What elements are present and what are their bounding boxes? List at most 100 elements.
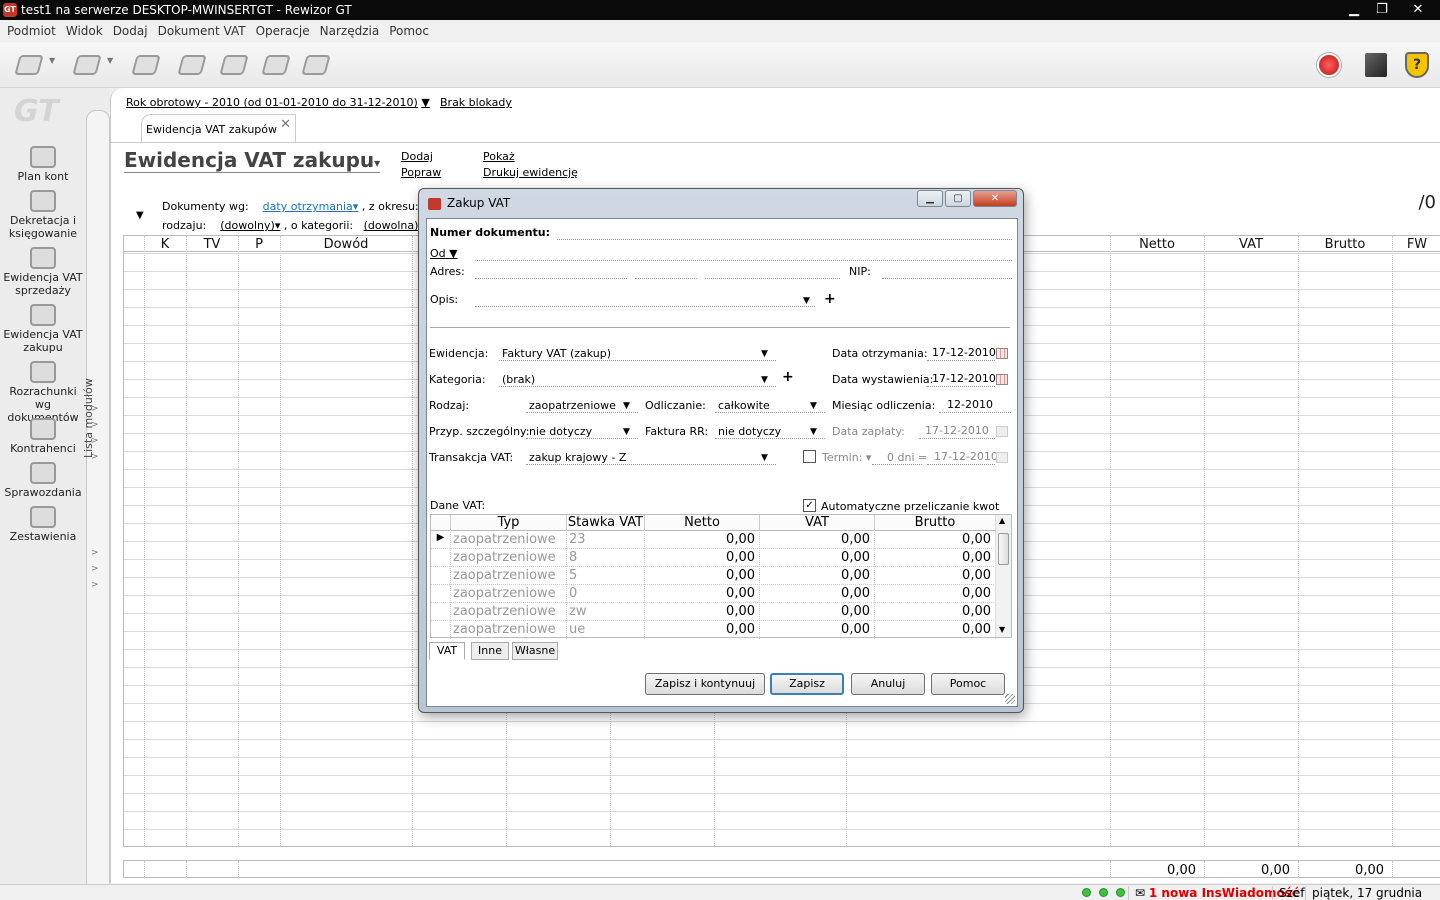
fiscal-year-selector[interactable]: Rok obrotowy - 2010 (od 01-01-2010 do 31… <box>126 96 430 109</box>
city-input[interactable] <box>705 278 840 279</box>
menu-widok[interactable]: Widok <box>61 24 108 38</box>
tab-inne[interactable]: Inne <box>471 642 509 660</box>
help-shield-icon[interactable]: ? <box>1400 48 1434 82</box>
deduct-month-input[interactable]: 12-2010 <box>947 398 993 411</box>
chevron-down-icon[interactable]: ▼ <box>623 401 630 411</box>
close-icon[interactable]: ✕ <box>280 117 291 132</box>
close-button[interactable]: ✕ <box>1396 0 1440 20</box>
col-tv[interactable]: TV <box>186 237 238 252</box>
vat-row[interactable]: zaopatrzeniowe 0 0,00 0,00 0,00 <box>431 585 996 603</box>
tab-vat[interactable]: VAT <box>429 642 465 660</box>
vat-transaction-dropdown[interactable]: zakup krajowy - Z <box>529 451 626 464</box>
term-dropdown[interactable]: Termin: ▾ <box>822 451 871 464</box>
module-sprawozdania[interactable]: Sprawozdania <box>0 462 86 499</box>
vat-table-scrollbar[interactable]: ▲ ▼ <box>995 515 1011 637</box>
auto-recalc-checkbox[interactable]: ✓ <box>803 499 816 512</box>
col-k[interactable]: K <box>144 237 186 252</box>
resize-grip[interactable] <box>1005 694 1015 704</box>
chevron-right-icon[interactable]: > <box>91 580 99 590</box>
rr-invoice-dropdown[interactable]: nie dotyczy <box>718 425 781 438</box>
document-icon[interactable] <box>12 48 46 82</box>
chevron-down-icon[interactable]: ▼ <box>761 349 768 359</box>
chevron-down-icon[interactable]: ▼ <box>49 56 55 65</box>
docs-by-dropdown[interactable]: daty otrzymania▾ <box>263 200 359 213</box>
save-and-continue-button[interactable]: Zapisz i kontynuuj <box>645 673 765 695</box>
menu-dodaj[interactable]: Dodaj <box>108 24 153 38</box>
nip-input[interactable] <box>882 278 1012 279</box>
col-vat[interactable]: VAT <box>1204 237 1298 252</box>
chevron-right-icon[interactable]: > <box>91 436 99 446</box>
help-button[interactable]: Pomoc <box>931 673 1005 695</box>
col-fw[interactable]: FW <box>1392 237 1440 252</box>
menu-operacje[interactable]: Operacje <box>251 24 315 38</box>
show-link[interactable]: Pokaż <box>483 150 515 163</box>
add-icon[interactable]: + <box>824 291 836 307</box>
module-dekretacja[interactable]: Dekretacja i księgowanie <box>0 190 86 240</box>
add-icon[interactable]: + <box>782 369 794 385</box>
menu-pomoc[interactable]: Pomoc <box>384 24 434 38</box>
chevron-down-icon[interactable]: ▼ <box>761 375 768 385</box>
dialog-maximize-button[interactable]: ▢ <box>945 190 971 207</box>
vat-row[interactable]: zaopatrzeniowe zw 0,00 0,00 0,00 <box>431 603 996 621</box>
vat-table[interactable]: Typ Stawka VAT Netto VAT Brutto ▶ zaopat… <box>430 514 1012 639</box>
vat-col-rate[interactable]: Stawka VAT <box>567 515 645 531</box>
scrollbar-thumb[interactable] <box>998 533 1009 565</box>
chevron-down-icon[interactable]: ▼ <box>623 427 630 437</box>
collapse-filters-icon[interactable]: ▼ <box>136 210 144 221</box>
menu-dokument-vat[interactable]: Dokument VAT <box>153 24 251 38</box>
lock-status-link[interactable]: Brak blokady <box>440 96 512 109</box>
vat-row[interactable]: zaopatrzeniowe ue 0,00 0,00 0,00 <box>431 621 996 639</box>
chevron-right-icon[interactable]: > <box>91 420 99 430</box>
module-rozrachunki[interactable]: Rozrachunki wg dokumentów <box>0 361 86 424</box>
module-zestawienia[interactable]: Zestawienia <box>0 506 86 543</box>
received-date-input[interactable]: 17-12-2010 <box>932 346 996 359</box>
kind-dropdown[interactable]: zaopatrzeniowe <box>529 399 616 412</box>
stamp-icon[interactable] <box>129 48 163 82</box>
tab-wlasne[interactable]: Własne <box>512 642 558 660</box>
maximize-button[interactable]: ❐ <box>1368 0 1396 20</box>
menu-podmiot[interactable]: Podmiot <box>2 24 61 38</box>
chevron-right-icon[interactable]: > <box>91 548 99 558</box>
scroll-down-icon[interactable]: ▼ <box>999 625 1005 634</box>
vat-row[interactable]: ▶ zaopatrzeniowe 23 0,00 0,00 0,00 <box>431 531 996 549</box>
from-dropdown[interactable]: Od ▼ <box>430 247 458 260</box>
module-vat-sprzedazy[interactable]: Ewidencja VAT sprzedaży <box>0 247 86 297</box>
eraser-icon[interactable] <box>175 48 209 82</box>
issued-date-input[interactable]: 17-12-2010 <box>932 372 996 385</box>
calc-icon[interactable] <box>299 48 333 82</box>
calendar-icon[interactable] <box>996 374 1008 385</box>
vat-col-gross[interactable]: Brutto <box>875 515 996 531</box>
contractor-input[interactable] <box>475 260 1012 261</box>
col-dowod[interactable]: Dowód <box>280 237 412 252</box>
scroll-up-icon[interactable]: ▲ <box>999 516 1005 525</box>
doc-number-input[interactable] <box>557 239 1012 240</box>
print-icon[interactable] <box>217 48 251 82</box>
col-netto[interactable]: Netto <box>1110 237 1204 252</box>
folder-icon[interactable] <box>70 48 104 82</box>
copy-icon[interactable] <box>259 48 293 82</box>
module-list-strip[interactable] <box>86 110 110 900</box>
edit-link[interactable]: Popraw <box>401 166 441 179</box>
special-case-dropdown[interactable]: nie dotyczy <box>529 425 592 438</box>
cube-icon[interactable] <box>1359 48 1393 82</box>
add-link[interactable]: Dodaj <box>401 150 433 163</box>
chevron-right-icon[interactable]: > <box>91 452 99 462</box>
address-input[interactable] <box>475 278 627 279</box>
vat-col-net[interactable]: Netto <box>645 515 760 531</box>
term-checkbox[interactable] <box>803 450 816 463</box>
minimize-button[interactable]: ▁ <box>1340 0 1368 20</box>
cancel-button[interactable]: Anuluj <box>851 673 925 695</box>
chevron-down-icon[interactable]: ▼ <box>761 453 768 463</box>
col-brutto[interactable]: Brutto <box>1298 237 1392 252</box>
category-dropdown[interactable]: (brak) <box>502 373 535 386</box>
module-vat-zakupu[interactable]: Ewidencja VAT zakupu <box>0 304 86 354</box>
module-plan-kont[interactable]: Plan kont <box>0 146 86 183</box>
dialog-minimize-button[interactable]: ▁ <box>917 190 943 207</box>
dialog-close-button[interactable]: ✕ <box>973 190 1017 207</box>
chevron-down-icon[interactable]: ▼ <box>107 56 113 65</box>
category-dropdown[interactable]: (dowolna)▾ <box>364 219 424 232</box>
vat-row[interactable]: zaopatrzeniowe 5 0,00 0,00 0,00 <box>431 567 996 585</box>
postcode-input[interactable] <box>635 278 697 279</box>
vat-row[interactable]: zaopatrzeniowe 8 0,00 0,00 0,00 <box>431 549 996 567</box>
calendar-icon[interactable] <box>996 348 1008 359</box>
